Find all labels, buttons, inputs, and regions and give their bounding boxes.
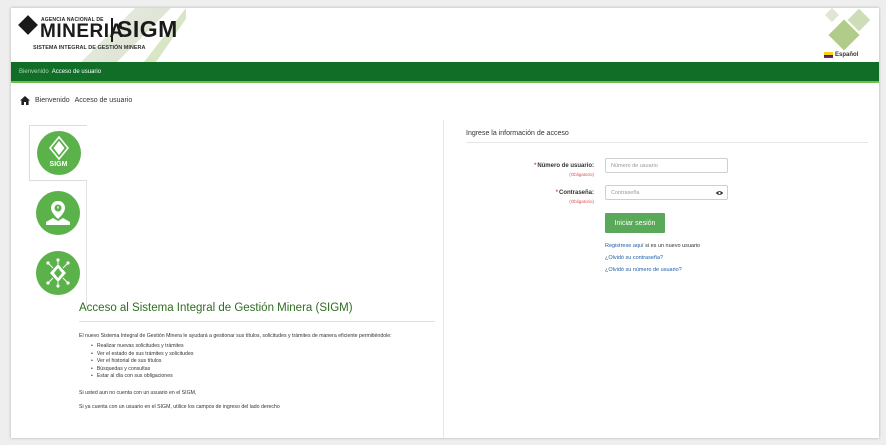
logo-sigm-text: SIGM [117,16,178,42]
password-label-text: Contraseña: [558,190,594,196]
required-mark: * [533,163,537,169]
nav-item-bienvenido[interactable]: Bienvenido [19,69,49,75]
username-label: *Número de usuario: [454,163,594,169]
password-input[interactable]: Contraseña [605,185,728,200]
required-mark: * [555,190,558,196]
panel-divider [443,120,444,438]
feature-list: Realizar nuevas solicitudes y trámites V… [91,343,194,381]
sigm-diamond-icon [48,136,69,160]
logo-system-name: SISTEMA INTEGRAL DE GESTIÓN MINERA [33,45,146,51]
eye-icon[interactable] [716,190,723,196]
decor-kite [824,8,840,23]
nav-item-acceso[interactable]: Acceso de usuario [52,69,101,75]
list-item: Búsquedas y consultas [91,366,193,374]
forgot-username-link[interactable]: ¿Olvidó su número de usuario? [605,264,700,276]
intro-text: El nuevo Sistema Integral de Gestión Min… [79,333,392,339]
note-existing-user: Si ya cuenta con un usuario en el SIGM, … [79,404,280,410]
password-label: *Contraseña: [454,190,594,196]
header-right-decoration: Español [819,8,879,62]
tab-sigm[interactable]: SIGM [29,125,87,181]
breadcrumb: Bienvenido Acceso de usuario [20,96,132,105]
language-label: Español [835,52,859,58]
password-placeholder: Contraseña [611,189,640,196]
username-input[interactable]: Número de usuario [605,158,728,173]
tab-network[interactable] [29,245,87,301]
tab-map[interactable] [29,185,87,241]
tab-sigm-label: SIGM [49,161,68,168]
password-required-note: (Obligatorio) [569,199,594,204]
note-new-user: Si usted aun no cuenta con un usuario en… [79,390,197,396]
language-selector[interactable]: Español [822,50,861,60]
divider [466,142,868,143]
register-line: Registrese aquí si es un nuevo usuario [605,240,700,252]
login-links: Registrese aquí si es un nuevo usuario ¿… [605,240,700,276]
breadcrumb-item-acceso: Acceso de usuario [74,97,133,104]
page-frame: AGENCIA NACIONAL DE MINERIA SIGM SISTEMA… [11,8,879,438]
logo-diamond-icon [18,15,38,35]
register-link[interactable]: Registrese aquí [605,243,644,249]
network-diamond-icon [46,258,70,288]
module-tabs: SIGM [29,125,87,307]
username-required-note: (Obligatorio) [569,172,594,177]
register-text: si es un nuevo usuario [645,243,701,249]
nav-bar: Bienvenido Acceso de usuario [11,62,879,83]
divider [79,321,435,322]
logo-separator [111,18,113,42]
agency-logo[interactable]: AGENCIA NACIONAL DE MINERIA SIGM SISTEMA… [18,14,181,54]
forgot-password-link[interactable]: ¿Olvidó su contraseña? [605,252,700,264]
breadcrumb-item-bienvenido[interactable]: Bienvenido [35,97,70,104]
map-pin-icon [46,201,70,225]
map-circle [36,191,80,235]
list-item: Realizar nuevas solicitudes y trámites [91,343,193,351]
username-placeholder: Número de usuario [611,162,658,169]
home-icon[interactable] [20,96,30,105]
flag-icon [824,52,833,58]
page-title: Acceso al Sistema Integral de Gestión Mi… [79,302,353,314]
list-item: Estar al día con sus obligaciones [91,373,193,381]
header: AGENCIA NACIONAL DE MINERIA SIGM SISTEMA… [11,8,879,62]
login-title: Ingrese la información de acceso [466,130,569,137]
login-button[interactable]: Iniciar sesión [605,213,665,233]
network-circle [36,251,80,295]
username-label-text: Número de usuario: [537,163,594,169]
list-item: Ver el historial de sus títulos [91,358,193,366]
list-item: Ver el estado de sus trámites y solicitu… [91,351,194,359]
sigm-circle: SIGM [36,131,81,175]
